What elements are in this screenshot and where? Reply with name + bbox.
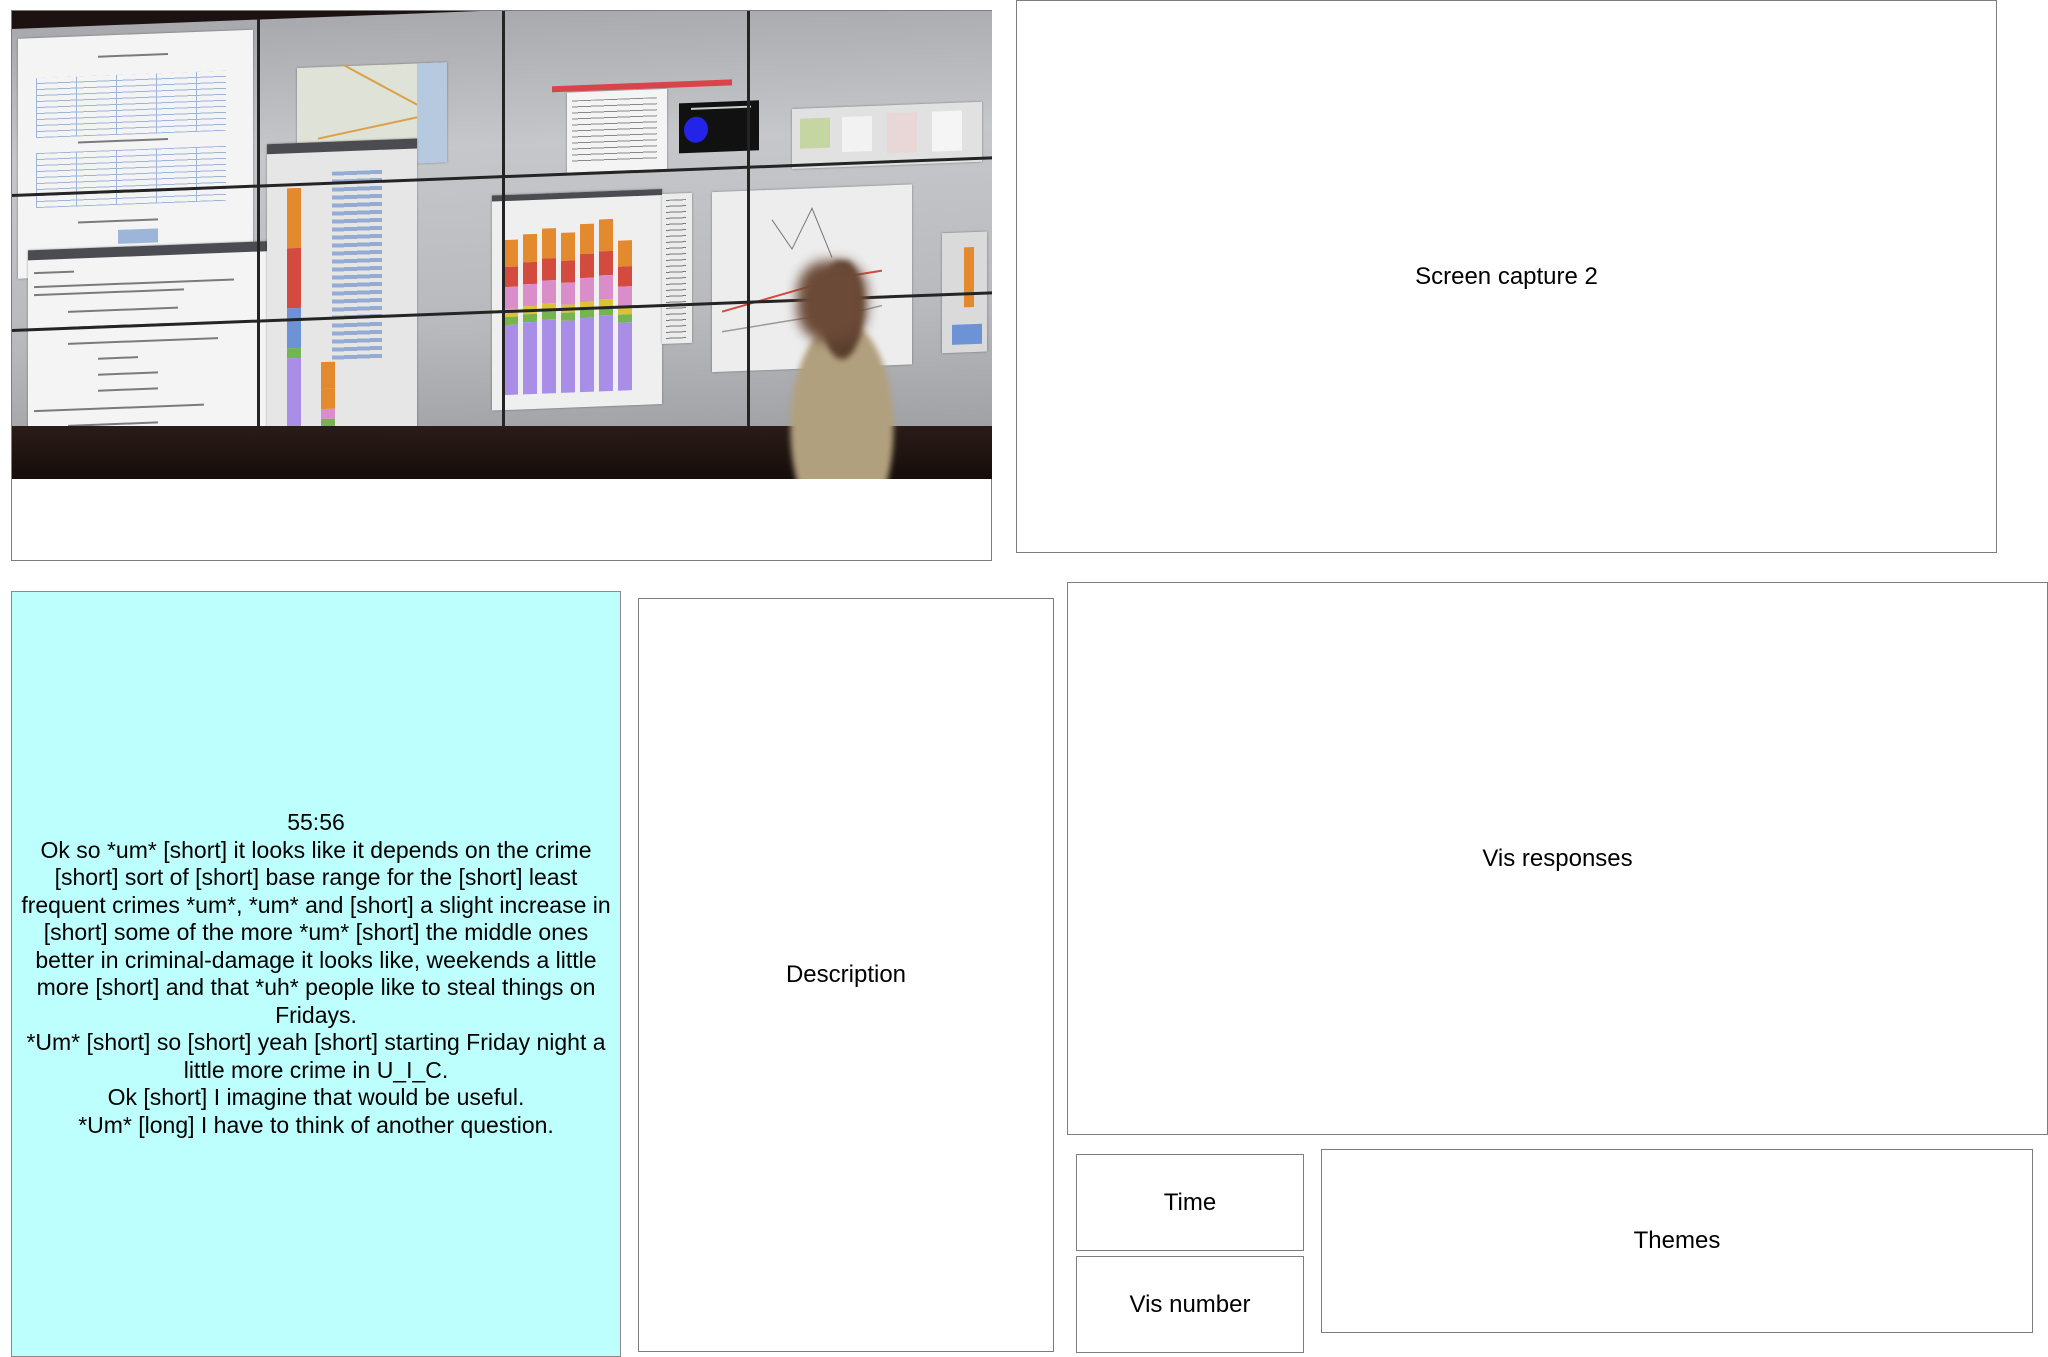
themes-panel: Themes [1321,1149,2033,1333]
description-label: Description [785,961,907,988]
transcript-line: *Um* [short] so [short] yeah [short] sta… [26,1029,606,1083]
photo-panel [11,10,992,561]
transcript-text: 55:56 Ok so *um* [short] it looks like i… [18,809,614,1139]
vis-responses-panel: Vis responses [1067,582,2048,1135]
transcript-line: Ok so *um* [short] it looks like it depe… [21,836,611,1028]
themes-label: Themes [1633,1227,1721,1254]
question-list-window [567,88,667,173]
screen-capture-2-label: Screen capture 2 [1415,262,1598,290]
vis-number-panel: Vis number [1076,1256,1304,1353]
display-wall-photo [12,11,992,479]
transcript-line: Ok [short] I imagine that would be usefu… [107,1084,525,1110]
time-label: Time [1163,1188,1217,1216]
vis-responses-label: Vis responses [1482,844,1633,872]
transcript-panel: 55:56 Ok so *um* [short] it looks like i… [11,591,621,1357]
transcript-timestamp: 55:56 [287,809,345,835]
time-panel: Time [1076,1154,1304,1251]
day-of-week-chart-window [492,189,662,411]
transcript-line: *Um* [long] I have to think of another q… [78,1111,554,1138]
vis-number-label: Vis number [1129,1290,1251,1318]
blurred-head [797,261,867,341]
screen-capture-2-panel: Screen capture 2 [1016,0,1997,553]
crime-type-chart-window [267,138,417,475]
description-panel: Description [638,598,1054,1352]
data-description-document [18,29,253,279]
legend-window [662,192,692,345]
